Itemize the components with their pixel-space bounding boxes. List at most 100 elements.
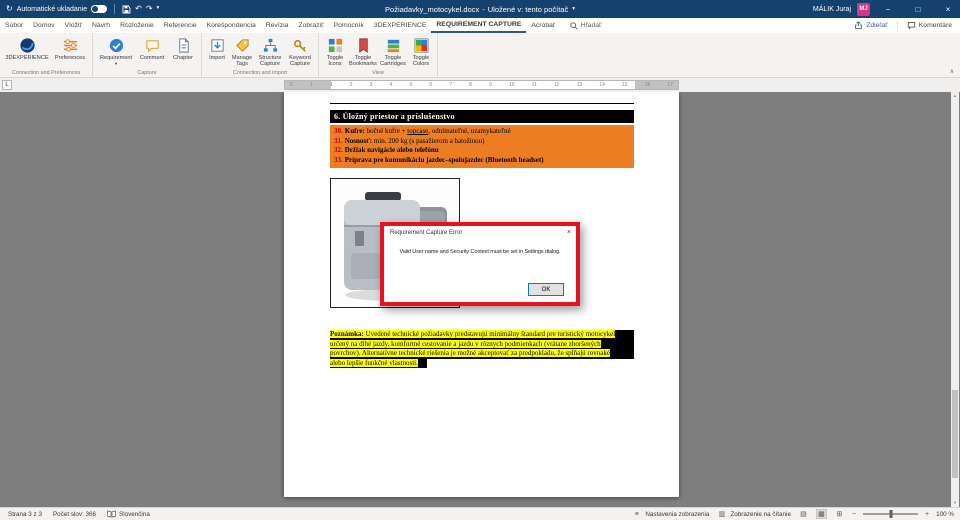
document-title[interactable]: Požiadavky_motocykel.docx - Uložené v: t… — [385, 0, 575, 18]
proofing-book-icon — [107, 510, 116, 518]
scroll-up-icon[interactable]: ▴ — [951, 92, 959, 100]
zoom-level[interactable]: 100 % — [936, 511, 954, 518]
table-border-line — [330, 103, 634, 104]
ribbon-group-connection-import: Import Manage Tags Structure Capture Key… — [202, 33, 319, 77]
note-line: určený na dlhé jazdy, komfortné cestovan… — [330, 339, 634, 350]
share-label: Zdieľať — [866, 22, 888, 29]
autosave-icon: ↻ — [6, 4, 13, 13]
menu-tab-requirement-capture[interactable]: REQUIREMENT CAPTURE — [431, 18, 527, 33]
dialog-close-icon[interactable]: × — [567, 229, 571, 236]
vertical-scrollbar[interactable]: ▴ ▾ — [951, 92, 959, 507]
toggle-colors-button[interactable]: Toggle Colors — [408, 35, 434, 68]
share-icon — [855, 21, 863, 29]
search-box[interactable]: Hľadať — [570, 18, 602, 33]
ribbon-group-capture: Requirement ▾ Comment Chapter Capture — [93, 33, 202, 77]
error-dialog: Requirement Capture Error × Valid User n… — [380, 222, 580, 306]
menu-tab-navrh[interactable]: Návrh — [87, 18, 115, 33]
display-settings-button[interactable]: ≡ Nastavenia zobrazenia — [631, 509, 710, 519]
undo-icon[interactable]: ↶ — [135, 5, 142, 13]
dialog-message: Valid User name and Security Context mus… — [399, 249, 561, 255]
requirements-block: 30. Kufre: bočné kufre + topcase, odnímat… — [330, 125, 634, 169]
requirement-row: 32. Držiak navigácie alebo telefónu — [334, 146, 439, 155]
dialog-ok-button[interactable]: OK — [528, 283, 564, 296]
dropdown-caret-icon: ▾ — [114, 61, 118, 67]
word-count[interactable]: Počet slov: 366 — [53, 511, 96, 518]
title-separator: - — [482, 4, 485, 14]
3dexperience-icon — [19, 38, 35, 53]
autosave-toggle[interactable] — [91, 5, 108, 13]
import-icon — [210, 39, 224, 52]
doc-title-text: Požiadavky_motocykel.docx — [385, 4, 480, 14]
zoom-out-button[interactable]: − — [852, 511, 856, 518]
ribbon-group-view: Toggle Icons Toggle Bookmarks Toggle Car… — [319, 33, 438, 77]
requirement-row: 31. Nosnosť: min. 200 kg (s pasažierom a … — [334, 136, 485, 145]
menu-tab-acrobat[interactable]: Acrobat — [526, 18, 559, 33]
keyword-capture-button[interactable]: Keyword Capture — [285, 35, 315, 68]
note-paragraph: Poznámka: Uvedené technické požiadavky p… — [330, 330, 634, 372]
horizontal-ruler[interactable]: 2 1 1 2 3 4 5 6 7 8 9 10 11 12 13 14 15 16 17 — [284, 80, 679, 90]
scrollbar-thumb[interactable] — [952, 390, 958, 478]
print-layout-icon[interactable]: ▦ — [815, 509, 827, 519]
group-label: Capture — [137, 70, 157, 76]
menu-tab-domov[interactable]: Domov — [28, 18, 60, 33]
chapter-icon — [178, 38, 189, 53]
document-area: 6. Úložný priestor a príslušenstvo 30. Ku… — [0, 92, 960, 507]
note-line: Poznámka: Uvedené technické požiadavky p… — [330, 330, 634, 340]
zoom-slider-thumb[interactable] — [889, 510, 893, 518]
comment-button[interactable]: Comment — [136, 35, 168, 61]
menu-tab-referencie[interactable]: Referencie — [159, 18, 202, 33]
structure-capture-button[interactable]: Structure Capture — [255, 35, 285, 68]
scroll-down-icon[interactable]: ▾ — [951, 499, 959, 507]
import-button[interactable]: Import — [205, 35, 229, 61]
requirement-row: 33. Príprava pre komunikáciu jazdec–spolu… — [334, 155, 544, 164]
user-name[interactable]: MÁLIK Juraj — [813, 6, 851, 13]
quick-access-caret-icon[interactable]: ▾ — [157, 6, 160, 12]
comments-button[interactable]: Komentáre — [907, 21, 952, 30]
structure-tree-icon — [263, 38, 277, 52]
toggle-bookmarks-button[interactable]: Toggle Bookmarks — [348, 35, 378, 68]
ribbon-group-connection-preferences: 3DEXPERIENCE Preferences Connection and … — [0, 33, 93, 77]
group-label: View — [372, 70, 384, 76]
save-location-text: Uložené v: tento počítač — [487, 4, 569, 14]
requirement-button[interactable]: Requirement ▾ — [96, 35, 136, 67]
menu-tab-vlozit[interactable]: Vložiť — [60, 18, 87, 33]
tag-icon — [235, 39, 249, 52]
menu-tab-zobrazit[interactable]: Zobraziť — [293, 18, 328, 33]
ruler-band: L 2 1 1 2 3 4 5 6 7 8 9 10 11 12 13 14 15 16 17 — [0, 78, 960, 92]
ribbon: 3DEXPERIENCE Preferences Connection and … — [0, 33, 960, 78]
redo-icon[interactable]: ↷ — [146, 5, 153, 13]
maximize-button[interactable]: □ — [906, 0, 930, 18]
menu-tab-korespondencia[interactable]: Korešpondencia — [202, 18, 261, 33]
minimize-button[interactable]: − — [876, 0, 900, 18]
key-icon — [293, 39, 306, 52]
zoom-slider[interactable] — [863, 510, 919, 518]
save-icon[interactable] — [122, 5, 131, 14]
manage-tags-button[interactable]: Manage Tags — [229, 35, 255, 68]
menu-tab-rozlozenie[interactable]: Rozloženie — [115, 18, 159, 33]
comment-icon — [907, 22, 915, 30]
share-button[interactable]: Zdieľať — [854, 21, 888, 30]
3dexperience-button[interactable]: 3DEXPERIENCE — [3, 35, 51, 61]
menu-tab-revizia[interactable]: Revízia — [261, 18, 294, 33]
chapter-button[interactable]: Chapter — [168, 35, 198, 61]
reading-view-button[interactable]: ▥ Zobrazenie na čítanie — [716, 509, 791, 519]
section-heading: 6. Úložný priestor a príslušenstvo — [330, 110, 634, 123]
colors-grid-icon — [414, 38, 428, 53]
menu-tab-subor[interactable]: Súbor — [0, 18, 28, 33]
preferences-button[interactable]: Preferences — [51, 35, 89, 61]
title-bar: ↻ Automatické ukladanie ↶ ↷ ▾ Požiadavky… — [0, 0, 960, 18]
web-layout-icon[interactable]: ⊞ — [834, 509, 845, 519]
toggle-icons-button[interactable]: Toggle Icons — [322, 35, 348, 68]
page-indicator[interactable]: Strana 3 z 3 — [8, 511, 42, 518]
menu-tab-3dexperience[interactable]: 3DEXPERIENCE — [369, 18, 432, 33]
toggle-cartridges-button[interactable]: Toggle Cartridges — [378, 35, 408, 68]
language-indicator[interactable]: Slovenčina — [107, 510, 150, 518]
zoom-in-button[interactable]: + — [925, 511, 929, 518]
avatar[interactable]: MJ — [857, 2, 870, 16]
tab-stop-selector[interactable]: L — [2, 80, 12, 90]
read-mode-icon[interactable]: ▤ — [798, 509, 809, 519]
collapse-ribbon-button[interactable]: ∧ — [950, 68, 954, 75]
close-button[interactable]: × — [936, 0, 960, 18]
menu-tab-pomocnik[interactable]: Pomocník — [329, 18, 369, 33]
ruler-numbers: 2 1 1 2 3 4 5 6 7 8 9 10 11 12 13 14 15 16 17 — [290, 81, 673, 88]
